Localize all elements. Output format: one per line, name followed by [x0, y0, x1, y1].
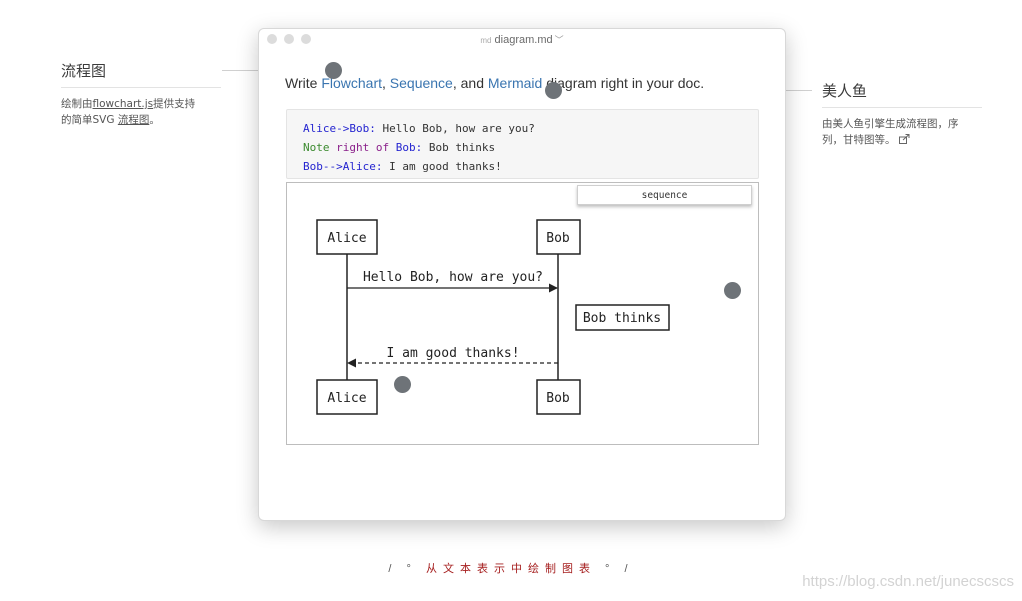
editor-window: md diagram.md ﹀ Write Flowchart, Sequence,…	[258, 28, 786, 521]
actor-bob-bottom: Bob	[546, 391, 570, 406]
flowchart-link[interactable]: 流程图	[118, 114, 150, 126]
mermaid-annotation-desc: 由美人鱼引擎生成流程图，序 列，甘特图等。	[822, 116, 982, 149]
code-line-1: Alice->Bob: Hello Bob, how are you?	[303, 122, 535, 135]
message-1-label: Hello Bob, how are you?	[363, 270, 543, 285]
diagram-hotspot-dot[interactable]	[724, 282, 741, 299]
chevron-down-icon[interactable]: ﹀	[555, 35, 564, 45]
flowchart-annotation: 流程图 绘制由flowchart.js提供支持 的简单SVG 流程图。	[61, 60, 221, 128]
sequence-tab[interactable]: sequence	[577, 185, 752, 205]
watermark: https://blog.csdn.net/junecscscs	[802, 573, 1014, 590]
sequence-doc-link[interactable]: Sequence	[390, 75, 453, 91]
flowchart-js-link[interactable]: flowchart.js	[93, 98, 154, 110]
window-titlebar[interactable]: md diagram.md ﹀	[259, 29, 785, 51]
actor-alice-bottom: Alice	[327, 391, 366, 406]
actor-bob-top: Bob	[546, 231, 570, 246]
alice-hotspot-dot[interactable]	[394, 376, 411, 393]
sequence-diagram-svg: Alice Bob Hello Bob, how are you? Bob th…	[316, 219, 670, 415]
window-title[interactable]: md diagram.md ﹀	[259, 33, 785, 46]
mermaid-annotation: 美人鱼 由美人鱼引擎生成流程图，序 列，甘特图等。	[822, 80, 982, 149]
message-2-label: I am good thanks!	[386, 346, 519, 361]
sequence-code-block[interactable]: Alice->Bob: Hello Bob, how are you? Note…	[286, 109, 759, 179]
flowchart-annotation-title: 流程图	[61, 60, 221, 88]
markdown-file-icon: md	[480, 36, 492, 45]
mermaid-doc-link[interactable]: Mermaid	[488, 75, 542, 91]
actor-alice-top: Alice	[327, 231, 366, 246]
note-label: Bob thinks	[583, 311, 661, 326]
flowchart-annotation-desc: 绘制由flowchart.js提供支持 的简单SVG 流程图。	[61, 98, 196, 126]
sequence-diagram: Alice Bob Hello Bob, how are you? Bob th…	[286, 182, 759, 445]
intro-paragraph: Write Flowchart, Sequence, and Mermaid d…	[285, 75, 705, 91]
code-line-2: Note right of Bob: Bob thinks	[303, 141, 496, 154]
mermaid-annotation-title: 美人鱼	[822, 80, 982, 108]
flowchart-hotspot-dot[interactable]	[325, 62, 342, 79]
code-line-3: Bob-->Alice: I am good thanks!	[303, 160, 502, 173]
external-link-icon[interactable]	[898, 133, 910, 149]
mermaid-hotspot-dot[interactable]	[545, 82, 562, 99]
